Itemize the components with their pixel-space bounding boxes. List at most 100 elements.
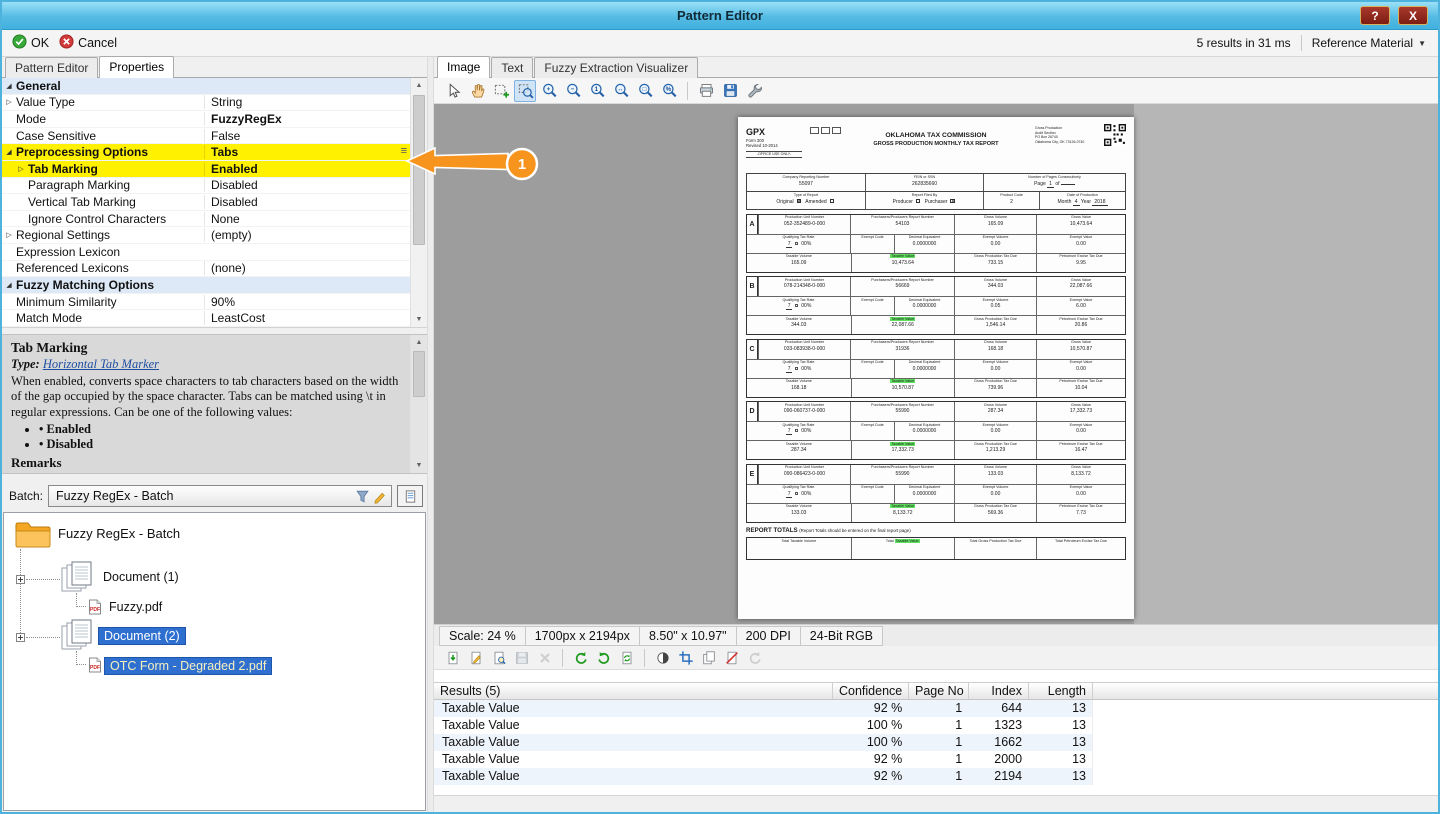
property-row-fuzzy-matching-options[interactable]: ◢Fuzzy Matching Options [2,277,410,294]
crop-icon[interactable] [675,647,696,668]
ok-button[interactable]: OK [12,34,49,52]
tree-file-otc-form-degraded-2-pdf[interactable]: OTC Form - Degraded 2.pdf [104,657,272,675]
zoom-region-icon[interactable] [514,80,536,102]
property-row-mode[interactable]: ModeFuzzyRegEx [2,111,410,128]
select-region-icon[interactable] [490,80,512,102]
property-row-tab-marking[interactable]: ▷Tab MarkingEnabled [2,161,410,178]
column-header-confidence[interactable]: Confidence [833,683,909,699]
refresh-page-icon[interactable] [616,647,637,668]
property-row-referenced-lexicons[interactable]: Referenced Lexicons(none) [2,261,410,278]
property-name: Vertical Tab Marking [28,195,204,209]
property-row-regional-settings[interactable]: ▷Regional Settings(empty) [2,227,410,244]
duplicate-page-icon[interactable] [698,647,719,668]
property-row-case-sensitive[interactable]: Case SensitiveFalse [2,128,410,145]
save-image-icon[interactable] [719,80,741,102]
tree-item-document-1[interactable]: Document (1) [98,569,184,585]
tab-image[interactable]: Image [437,56,490,78]
advanced-tools-icon[interactable] [743,80,765,102]
collapse-icon[interactable]: ◢ [2,281,16,289]
print-icon[interactable] [695,80,717,102]
collapse-icon[interactable]: ◢ [2,82,16,90]
zoom-fit-page-icon[interactable]: □ [634,80,656,102]
tab-properties[interactable]: Properties [99,56,174,78]
zoom-fit-width-icon[interactable]: ↔ [610,80,632,102]
help-type-link[interactable]: Horizontal Tab Marker [43,357,159,371]
scroll-thumb[interactable] [413,95,425,245]
reference-material-dropdown[interactable]: Reference Material ▼ [1312,36,1426,50]
property-row-preprocessing-options[interactable]: ◢Preprocessing OptionsTabs≡ [2,144,410,161]
batch-combo[interactable]: Fuzzy RegEx - Batch [48,485,392,507]
zoom-actual-size-icon[interactable]: 1 [586,80,608,102]
tree-file-fuzzy-pdf[interactable]: Fuzzy.pdf [104,599,167,615]
panel-splitter[interactable] [427,57,434,812]
rotate-left-icon[interactable] [570,647,591,668]
invert-colors-icon[interactable] [652,647,673,668]
edit-batch-icon[interactable] [372,489,387,504]
viewer-canvas[interactable]: GPX Form 300 Revised 10-2014 -OFFICE USE… [434,104,1438,624]
header-filler [1093,683,1438,699]
zoom-percent-icon[interactable]: % [658,80,680,102]
scroll-thumb[interactable] [413,351,425,397]
insert-page-icon[interactable] [442,647,463,668]
result-row[interactable]: Taxable Value100 %1132313 [434,717,1093,734]
rotate-right-icon[interactable] [593,647,614,668]
property-row-match-mode[interactable]: Match ModeLeastCost [2,310,410,327]
filter-icon[interactable] [355,489,370,504]
deskew-page-icon[interactable] [721,647,742,668]
scroll-up-icon[interactable]: ▲ [411,78,427,93]
scroll-down-icon[interactable]: ▼ [411,458,427,473]
property-name: Paragraph Marking [28,178,204,192]
pattern-editor-window: Pattern Editor ? X OK Cancel 5 results i… [0,0,1440,814]
result-name: Taxable Value [434,751,832,768]
property-row-general[interactable]: ◢General [2,78,410,95]
result-page_no: 1 [908,768,968,785]
property-row-paragraph-marking[interactable]: Paragraph MarkingDisabled [2,178,410,195]
expand-icon[interactable]: ▷ [14,165,28,173]
column-header-index[interactable]: Index [969,683,1029,699]
scroll-up-icon[interactable]: ▲ [411,335,427,350]
svg-text:PDF: PDF [90,665,100,671]
property-grid-scrollbar[interactable]: ▲ ▼ [410,78,427,327]
tree-root-label[interactable]: Fuzzy RegEx - Batch [58,526,180,541]
expand-icon[interactable]: ▷ [2,231,16,239]
result-row[interactable]: Taxable Value92 %164413 [434,700,1093,717]
cancel-button[interactable]: Cancel [59,34,117,52]
property-row-minimum-similarity[interactable]: Minimum Similarity90% [2,294,410,311]
row-menu-icon[interactable]: ≡ [401,145,407,157]
result-row[interactable]: Taxable Value100 %1166213 [434,734,1093,751]
result-row[interactable]: Taxable Value92 %1200013 [434,751,1093,768]
property-row-expression-lexicon[interactable]: Expression Lexicon [2,244,410,261]
property-row-value-type[interactable]: ▷Value TypeString [2,95,410,112]
column-header-length[interactable]: Length [1029,683,1093,699]
hand-icon[interactable] [466,80,488,102]
help-scrollbar[interactable]: ▲ ▼ [410,335,427,473]
extract-page-icon[interactable] [488,647,509,668]
report-totals-row: Total Taxable Volume Total Taxable Value… [746,537,1126,560]
column-header-page-no[interactable]: Page No [909,683,969,699]
help-type-line: Type: Horizontal Tab Marker [11,357,405,372]
tree-expander-icon[interactable] [16,575,25,584]
tree-expander-icon[interactable] [16,633,25,642]
scroll-down-icon[interactable]: ▼ [411,312,427,327]
result-row[interactable]: Taxable Value92 %1219413 [434,768,1093,785]
collapse-icon[interactable]: ◢ [2,148,16,156]
result-name: Taxable Value [434,734,832,751]
tab-fuzzy-extraction-visualizer[interactable]: Fuzzy Extraction Visualizer [534,57,698,78]
zoom-out-icon[interactable]: − [562,80,584,102]
document-preview[interactable]: GPX Form 300 Revised 10-2014 -OFFICE USE… [738,117,1134,619]
property-row-ignore-control-characters[interactable]: Ignore Control CharactersNone [2,211,410,228]
property-name: Tab Marking [28,162,204,176]
office-use-boxes [810,127,841,134]
tree-item-document-2[interactable]: Document (2) [98,627,186,645]
pointer-icon[interactable] [442,80,464,102]
help-button[interactable]: ? [1360,6,1390,25]
property-row-vertical-tab-marking[interactable]: Vertical Tab MarkingDisabled [2,194,410,211]
close-button[interactable]: X [1398,6,1428,25]
edit-page-icon[interactable] [465,647,486,668]
tab-pattern-editor[interactable]: Pattern Editor [5,57,98,78]
zoom-in-icon[interactable]: + [538,80,560,102]
tab-text[interactable]: Text [491,57,533,78]
batch-document-button[interactable] [397,485,423,507]
horizontal-scrollbar-track[interactable] [434,795,1438,812]
expand-icon[interactable]: ▷ [2,98,16,106]
